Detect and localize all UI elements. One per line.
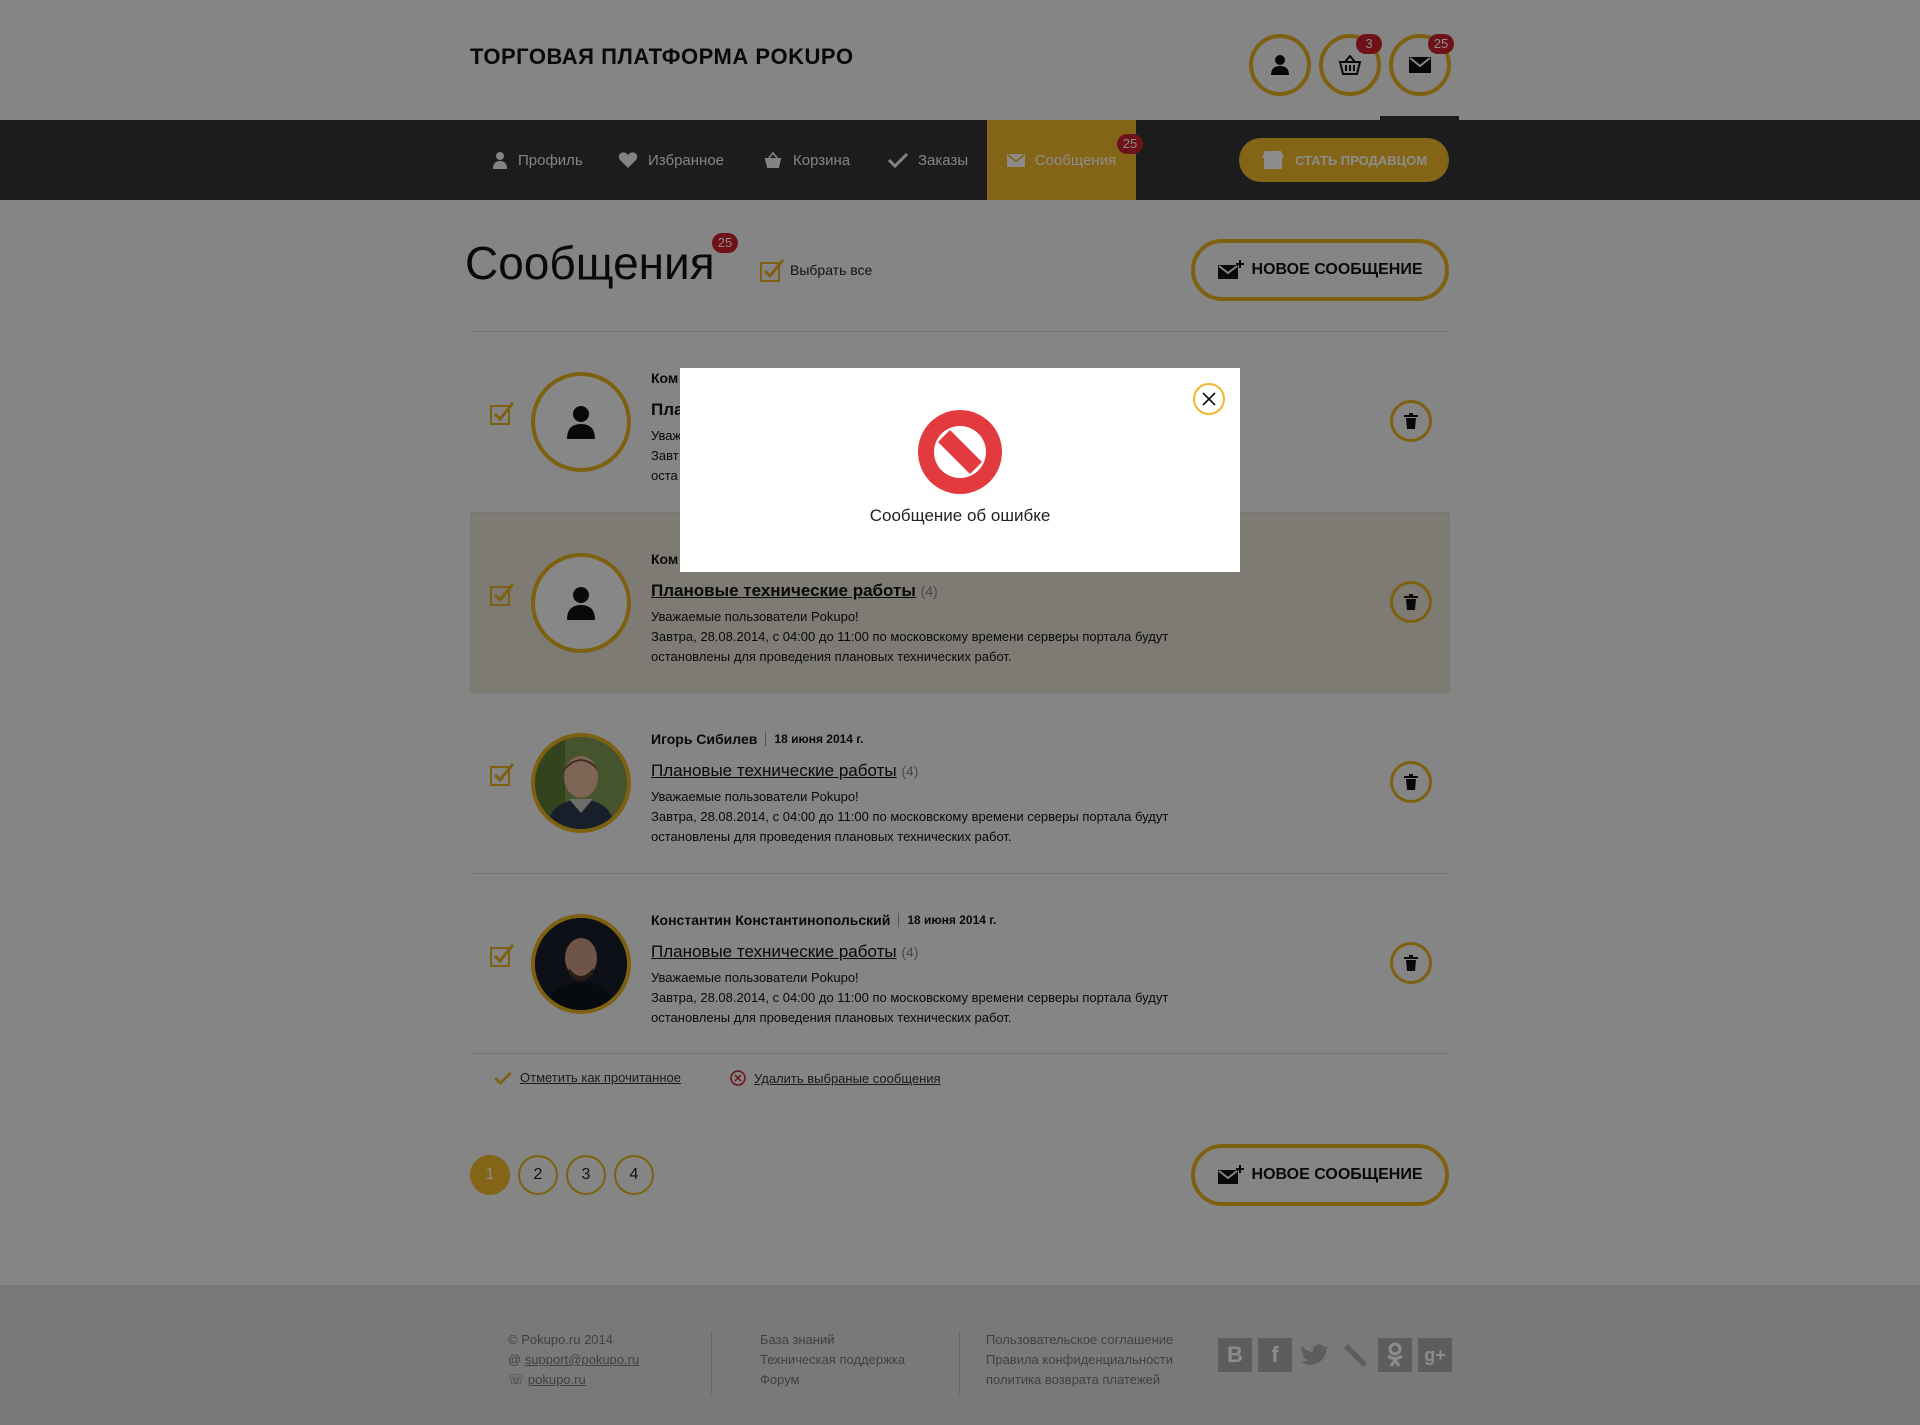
- error-modal: Сообщение об ошибке: [680, 368, 1240, 572]
- modal-close-button[interactable]: [1193, 383, 1225, 415]
- error-message: Сообщение об ошибке: [869, 506, 1051, 525]
- forbidden-icon: [918, 410, 1002, 494]
- modal-overlay[interactable]: [0, 0, 1920, 1425]
- close-icon: [1202, 392, 1216, 406]
